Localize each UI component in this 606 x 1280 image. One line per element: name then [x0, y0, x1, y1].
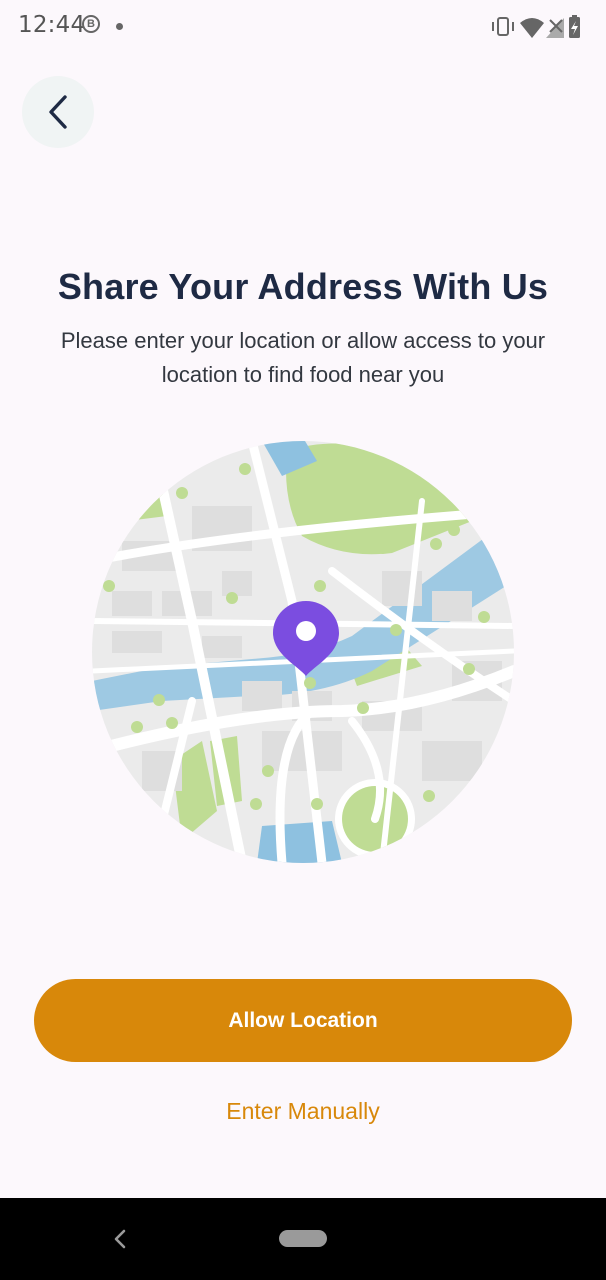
- map-illustration: [92, 441, 514, 863]
- allow-location-button[interactable]: Allow Location: [34, 979, 572, 1062]
- page-title: Share Your Address With Us: [57, 266, 549, 307]
- nav-home-pill[interactable]: [279, 1230, 327, 1247]
- status-time: 12:44: [18, 12, 86, 38]
- wifi-icon: [520, 18, 544, 38]
- system-nav-bar: [0, 1198, 606, 1280]
- notification-dot-icon: [116, 23, 123, 30]
- back-button[interactable]: [22, 76, 94, 148]
- map-image: [92, 441, 514, 863]
- battery-charging-icon: [569, 15, 580, 38]
- status-icons: [492, 15, 580, 38]
- nav-back-icon[interactable]: [112, 1228, 128, 1250]
- status-badge: B: [82, 15, 100, 33]
- page-subtitle: Please enter your location or allow acce…: [60, 328, 546, 387]
- enter-manually-link[interactable]: Enter Manually: [0, 1098, 606, 1125]
- status-bar: 12:44 B: [0, 0, 606, 54]
- signal-icon: [546, 18, 564, 38]
- vibrate-icon: [492, 17, 514, 36]
- chevron-left-icon: [49, 95, 67, 129]
